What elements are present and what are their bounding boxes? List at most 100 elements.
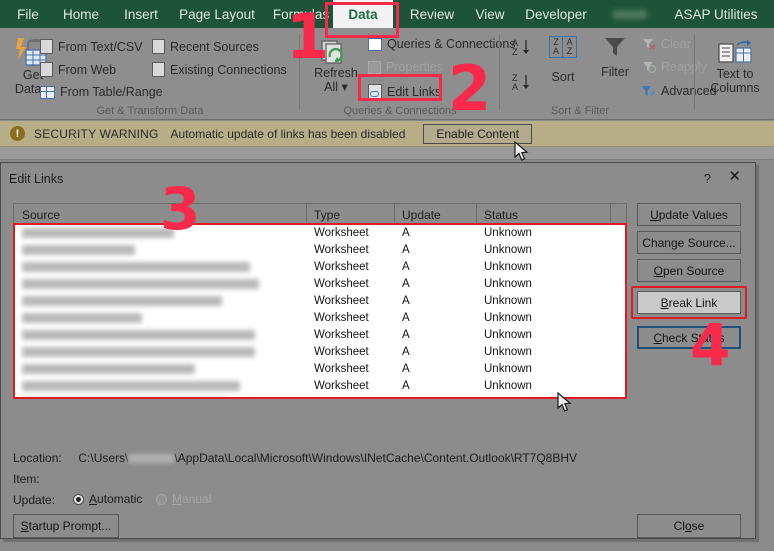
refresh-all-label-line2: All ▾: [324, 80, 348, 94]
close-icon[interactable]: ✕: [728, 170, 741, 184]
update-manual-radio[interactable]: Manual: [156, 492, 211, 506]
table-row[interactable]: WorksheetAUnknown: [14, 310, 626, 327]
radio-indicator: [156, 494, 167, 505]
filter-button[interactable]: Filter: [592, 36, 638, 79]
listbox-header: Source Type Update Status: [14, 204, 626, 225]
update-values-button[interactable]: Update Values: [637, 203, 741, 226]
recent-sources-button[interactable]: Recent Sources: [152, 39, 259, 54]
text-to-columns-button[interactable]: Text to Columns: [699, 38, 771, 95]
sort-descending-button[interactable]: Z A: [512, 72, 534, 97]
cell-update: A: [402, 312, 410, 324]
edit-links-dialog: Edit Links ? ✕ Source Type Update Status…: [0, 162, 756, 539]
location-label: Location:: [13, 451, 62, 465]
ribbon-tab-file[interactable]: File: [8, 0, 48, 28]
group-title-queries-connections: Queries & Connections: [300, 105, 500, 117]
ribbon-tab-page-layout[interactable]: Page Layout: [175, 0, 259, 28]
column-header-update[interactable]: Update: [402, 208, 441, 222]
change-source-button[interactable]: Change Source...: [637, 231, 741, 254]
cell-type: Worksheet: [314, 397, 369, 399]
cell-status: Unknown: [484, 346, 532, 358]
ribbon-tab-developer[interactable]: Developer: [519, 0, 593, 28]
cell-type: Worksheet: [314, 363, 369, 375]
close-button-label: Close: [674, 519, 705, 533]
properties-button[interactable]: Properties: [368, 60, 443, 74]
column-divider[interactable]: [394, 204, 395, 225]
table-row[interactable]: WorksheetAUnknown: [14, 242, 626, 259]
table-row[interactable]: WorksheetAUnknown: [14, 225, 626, 242]
cell-type: Worksheet: [314, 278, 369, 290]
check-status-label: Check Status: [653, 331, 724, 345]
ribbon-tab-label: File: [17, 7, 39, 22]
source-redaction: [22, 381, 240, 391]
refresh-all-label-line1: Refresh: [314, 66, 358, 80]
from-web-button[interactable]: From Web: [40, 62, 116, 77]
ribbon-tab-strip: File Home Insert Page Layout Formulas Da…: [0, 0, 774, 28]
table-row[interactable]: WorksheetAUnknown: [14, 293, 626, 310]
listbox-rows: WorksheetAUnknownWorksheetAUnknownWorksh…: [14, 225, 626, 399]
ribbon-tab-label: Formulas: [273, 7, 329, 22]
help-icon[interactable]: ?: [704, 171, 711, 186]
text-to-columns-icon: [717, 38, 753, 67]
column-header-source[interactable]: Source: [22, 208, 60, 222]
table-row[interactable]: WorksheetAUnknown: [14, 395, 626, 399]
open-source-label: Open Source: [654, 264, 725, 278]
column-header-status[interactable]: Status: [484, 208, 518, 222]
ribbon-tab-formulas[interactable]: Formulas: [267, 0, 335, 28]
table-row[interactable]: WorksheetAUnknown: [14, 259, 626, 276]
cell-type: Worksheet: [314, 295, 369, 307]
update-automatic-radio[interactable]: Automatic: [73, 492, 142, 506]
cell-status: Unknown: [484, 397, 532, 399]
ribbon-tab-home[interactable]: Home: [55, 0, 107, 28]
ribbon-tab-review[interactable]: Review: [403, 0, 461, 28]
ribbon-tab-label: Data: [348, 7, 377, 22]
break-link-button[interactable]: Break Link: [637, 291, 741, 314]
check-status-button[interactable]: Check Status: [637, 326, 741, 349]
open-source-button[interactable]: Open Source: [637, 259, 741, 282]
from-table-range-button[interactable]: From Table/Range: [40, 85, 163, 99]
text-csv-icon: [40, 39, 53, 54]
item-label: Item:: [13, 472, 40, 486]
table-row[interactable]: WorksheetAUnknown: [14, 327, 626, 344]
cell-status: Unknown: [484, 363, 532, 375]
cell-update: A: [402, 329, 410, 341]
cell-status: Unknown: [484, 380, 532, 392]
column-divider[interactable]: [476, 204, 477, 225]
clear-filter-button[interactable]: Clear: [642, 37, 691, 51]
ribbon-tab-insert[interactable]: Insert: [115, 0, 167, 28]
column-divider[interactable]: [610, 204, 611, 225]
ribbon-group-data-tools: Text to Columns: [695, 28, 774, 120]
enable-content-button[interactable]: Enable Content: [423, 124, 532, 144]
sort-ascending-button[interactable]: A Z: [512, 37, 534, 62]
queries-connections-button[interactable]: Queries & Connections: [368, 37, 516, 51]
existing-connections-button[interactable]: Existing Connections: [152, 62, 287, 77]
cell-type: Worksheet: [314, 261, 369, 273]
table-row[interactable]: WorksheetAUnknown: [14, 344, 626, 361]
ribbon-tab-view[interactable]: View: [468, 0, 512, 28]
sort-button[interactable]: ZAAZ Sort: [540, 36, 586, 84]
radio-indicator: [73, 494, 84, 505]
queries-connections-icon: [368, 38, 382, 51]
table-row[interactable]: WorksheetAUnknown: [14, 276, 626, 293]
startup-prompt-button[interactable]: Startup Prompt...: [13, 514, 119, 538]
column-header-type[interactable]: Type: [314, 208, 340, 222]
from-text-csv-button[interactable]: From Text/CSV: [40, 39, 143, 54]
location-suffix: \AppData\Local\Microsoft\Windows\INetCac…: [174, 451, 577, 465]
table-row[interactable]: WorksheetAUnknown: [14, 378, 626, 395]
sort-label: Sort: [552, 70, 575, 84]
clear-filter-icon: [642, 38, 656, 50]
ribbon-tab-asap-utilities[interactable]: ASAP Utilities: [666, 0, 766, 28]
group-title-get-transform: Get & Transform Data: [0, 105, 300, 117]
ribbon-tab-data[interactable]: Data: [333, 0, 393, 28]
update-manual-label: Manual: [172, 492, 211, 506]
cell-status: Unknown: [484, 261, 532, 273]
ribbon-tab-redacted[interactable]: [604, 0, 656, 28]
cell-type: Worksheet: [314, 312, 369, 324]
column-divider[interactable]: [306, 204, 307, 225]
source-redaction: [22, 296, 222, 306]
source-redaction: [22, 279, 259, 289]
links-listbox[interactable]: Source Type Update Status WorksheetAUnkn…: [13, 203, 627, 399]
edit-links-button[interactable]: Edit Links: [368, 84, 441, 99]
refresh-all-button[interactable]: Refresh All ▾: [308, 40, 364, 94]
table-row[interactable]: WorksheetAUnknown: [14, 361, 626, 378]
close-button[interactable]: Close: [637, 514, 741, 538]
